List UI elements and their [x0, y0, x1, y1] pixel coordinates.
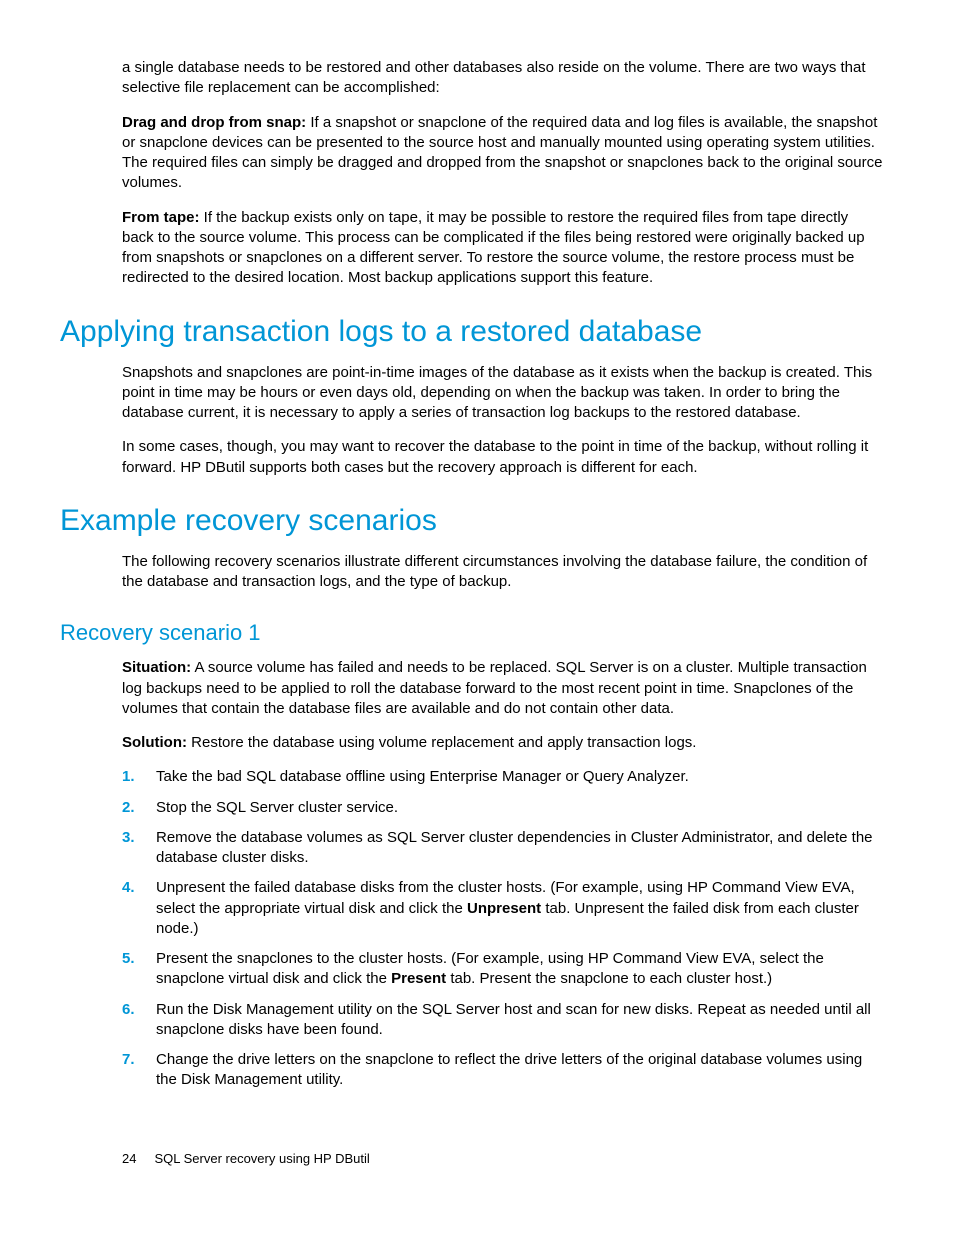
step-item: 1.Take the bad SQL database offline usin… — [122, 767, 884, 787]
step-number: 3. — [122, 828, 156, 848]
solution-body: Restore the database using volume replac… — [187, 734, 696, 751]
step-number: 1. — [122, 767, 156, 787]
step-text: Change the drive letters on the snapclon… — [156, 1050, 884, 1091]
intro-block: a single database needs to be restored a… — [122, 58, 884, 289]
situation-lead: Situation: — [122, 659, 191, 676]
scenario1-block: Situation: A source volume has failed an… — [122, 658, 884, 1090]
step-number: 5. — [122, 949, 156, 969]
page-number: 24 — [122, 1151, 136, 1166]
intro-p2: Drag and drop from snap: If a snapshot o… — [122, 113, 884, 194]
scenario1-steps: 1.Take the bad SQL database offline usin… — [122, 767, 884, 1090]
solution-lead: Solution: — [122, 734, 187, 751]
step-text: Run the Disk Management utility on the S… — [156, 1000, 884, 1041]
section2-p1: The following recovery scenarios illustr… — [122, 552, 884, 593]
section1-p2: In some cases, though, you may want to r… — [122, 437, 884, 478]
scenario1-situation: Situation: A source volume has failed an… — [122, 658, 884, 719]
step-text: Unpresent the failed database disks from… — [156, 878, 884, 939]
heading-applying-logs: Applying transaction logs to a restored … — [60, 315, 894, 349]
drag-drop-lead: Drag and drop from snap: — [122, 114, 306, 131]
section1-block: Snapshots and snapclones are point-in-ti… — [122, 363, 884, 478]
from-tape-body: If the backup exists only on tape, it ma… — [122, 209, 865, 287]
step-number: 2. — [122, 798, 156, 818]
step-item: 6.Run the Disk Management utility on the… — [122, 1000, 884, 1041]
step-text: Stop the SQL Server cluster service. — [156, 798, 884, 818]
step-item: 2.Stop the SQL Server cluster service. — [122, 798, 884, 818]
section1-p1: Snapshots and snapclones are point-in-ti… — [122, 363, 884, 424]
step-item: 4.Unpresent the failed database disks fr… — [122, 878, 884, 939]
step-number: 4. — [122, 878, 156, 898]
step-item: 7.Change the drive letters on the snapcl… — [122, 1050, 884, 1091]
footer-title: SQL Server recovery using HP DButil — [154, 1151, 369, 1166]
from-tape-lead: From tape: — [122, 209, 200, 226]
scenario1-solution: Solution: Restore the database using vol… — [122, 733, 884, 753]
step-text: Present the snapclones to the cluster ho… — [156, 949, 884, 990]
heading-recovery-scenario-1: Recovery scenario 1 — [60, 620, 894, 646]
step-number: 6. — [122, 1000, 156, 1020]
situation-body: A source volume has failed and needs to … — [122, 659, 867, 717]
page-content: a single database needs to be restored a… — [0, 0, 954, 1206]
intro-p3: From tape: If the backup exists only on … — [122, 208, 884, 289]
section2-block: The following recovery scenarios illustr… — [122, 552, 884, 593]
step-item: 5.Present the snapclones to the cluster … — [122, 949, 884, 990]
intro-p1: a single database needs to be restored a… — [122, 58, 884, 99]
step-number: 7. — [122, 1050, 156, 1070]
step-text: Take the bad SQL database offline using … — [156, 767, 884, 787]
page-footer: 24 SQL Server recovery using HP DButil — [122, 1151, 894, 1166]
step-text: Remove the database volumes as SQL Serve… — [156, 828, 884, 869]
heading-example-scenarios: Example recovery scenarios — [60, 504, 894, 538]
step-item: 3.Remove the database volumes as SQL Ser… — [122, 828, 884, 869]
